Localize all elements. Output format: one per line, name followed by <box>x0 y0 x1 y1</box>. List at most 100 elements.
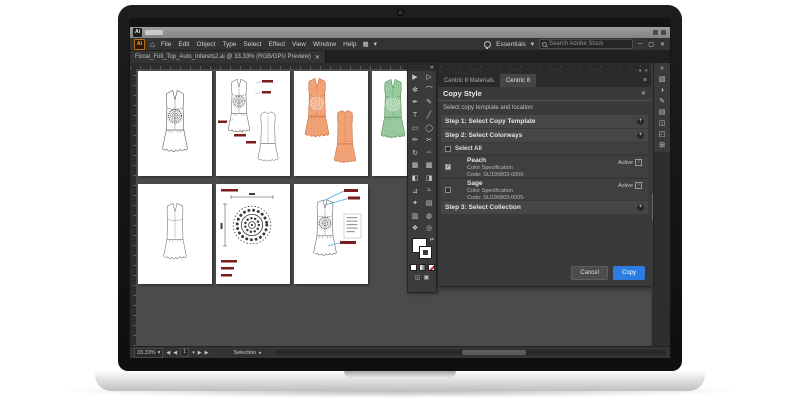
artboard-2[interactable] <box>216 71 290 176</box>
close-button[interactable]: ✕ <box>660 41 666 48</box>
curvature-tool-icon[interactable]: ✎ <box>422 96 436 109</box>
cancel-button[interactable]: Cancel <box>571 266 608 280</box>
hand-tool-icon[interactable]: ❖ <box>408 222 422 235</box>
first-artboard-icon[interactable]: ◀ <box>166 350 170 356</box>
artboard-6[interactable] <box>216 184 290 284</box>
document-tab[interactable]: Floral_Frill_Top_Auto_Interets2.ai @ 33.… <box>130 51 326 63</box>
arrange-documents-icon[interactable]: ▦ <box>363 40 369 48</box>
artboard-7[interactable] <box>294 184 368 284</box>
dialog-close-icon[interactable]: ✕ <box>641 90 646 97</box>
shape-builder-tool-icon[interactable]: ▦ <box>408 159 422 172</box>
ellipse-tool-icon[interactable]: ◯ <box>422 121 436 134</box>
stock-search-input[interactable]: Search Adobe Stock <box>539 39 633 49</box>
pencil-tool-icon[interactable]: ✏ <box>408 134 422 147</box>
panel-menu-icon[interactable]: ≡ <box>643 77 651 84</box>
magic-wand-tool-icon[interactable]: ✻ <box>408 84 422 97</box>
perspective-grid-tool-icon[interactable]: ▩ <box>422 159 436 172</box>
menu-edit[interactable]: Edit <box>177 41 190 48</box>
last-artboard-icon[interactable]: ▶ <box>205 350 209 356</box>
horizontal-scrollbar-thumb[interactable] <box>462 350 526 355</box>
stroke-swatch[interactable] <box>420 247 431 258</box>
mesh-tool-icon[interactable]: ◧ <box>408 172 422 185</box>
menu-file[interactable]: File <box>160 41 172 48</box>
document-tab-close-icon[interactable]: ✕ <box>315 54 320 61</box>
open-in-plm-icon[interactable]: ↗ <box>635 182 642 189</box>
color-panel-icon[interactable]: ◑ <box>660 87 664 94</box>
select-all-row[interactable]: Select All <box>441 143 648 154</box>
step3-header[interactable]: Step 3: Select Collection + <box>441 201 648 214</box>
prev-artboard-icon[interactable]: ◀ <box>173 350 177 356</box>
menu-type[interactable]: Type <box>221 41 237 48</box>
artboards-panel-icon[interactable]: ◫ <box>659 120 666 127</box>
layers-panel-icon[interactable]: ▤ <box>659 109 666 116</box>
os-titlebar-button[interactable] <box>661 30 666 35</box>
blend-tool-icon[interactable]: ≈ <box>422 184 436 197</box>
app-icon[interactable]: Ai <box>133 28 142 37</box>
menu-help[interactable]: Help <box>342 41 357 48</box>
eyedropper-tool-icon[interactable]: ⊿ <box>408 184 422 197</box>
tab-centric8[interactable]: Centric 8 <box>500 74 536 87</box>
peach-checkbox[interactable]: ✓ <box>445 164 451 170</box>
none-button[interactable] <box>428 264 435 271</box>
artboard-5[interactable] <box>138 184 212 284</box>
workspace-switcher[interactable]: Essentials <box>496 41 526 48</box>
screen-mode-icon[interactable]: ▣ <box>424 274 430 281</box>
next-artboard-icon[interactable]: ▶ <box>198 350 202 356</box>
artboard-3[interactable] <box>294 71 368 176</box>
line-segment-tool-icon[interactable]: ╱ <box>422 109 436 122</box>
tools-panel-close-icon[interactable]: ✕ <box>430 66 434 71</box>
artboard-number-field[interactable]: 1 <box>180 348 189 357</box>
panel-collapse-icon[interactable]: ▾ <box>639 69 641 73</box>
rectangle-tool-icon[interactable]: ▭ <box>408 121 422 134</box>
swatches-panel-icon[interactable]: ▧ <box>659 76 666 83</box>
step2-expand-icon[interactable]: + <box>637 132 644 139</box>
menu-effect[interactable]: Effect <box>268 41 287 48</box>
scale-tool-icon[interactable]: ⇔ <box>422 147 436 160</box>
status-caret-icon[interactable]: ▸ <box>259 350 262 356</box>
os-titlebar-button[interactable] <box>653 30 658 35</box>
copy-button[interactable]: Copy <box>613 266 645 280</box>
workspace-chevron-icon[interactable]: ▾ <box>531 40 534 48</box>
libraries-panel-icon[interactable]: ⊞ <box>659 142 665 149</box>
symbols-panel-icon[interactable]: ◰ <box>659 131 666 138</box>
gradient-button[interactable] <box>419 264 426 271</box>
menu-view[interactable]: View <box>291 41 307 48</box>
lasso-tool-icon[interactable]: ⌒ <box>422 84 436 97</box>
menu-object[interactable]: Object <box>196 41 217 48</box>
gradient-tool-icon[interactable]: ◨ <box>422 172 436 185</box>
step3-expand-icon[interactable]: + <box>637 204 644 211</box>
os-titlebar-tab[interactable] <box>145 30 163 35</box>
lightbulb-icon[interactable] <box>484 41 491 48</box>
collapse-panels-icon[interactable]: « <box>660 65 664 72</box>
sage-checkbox[interactable] <box>445 187 451 193</box>
swap-fill-stroke-icon[interactable]: ⇄ <box>430 237 434 243</box>
tab-centric8-materials[interactable]: Centric 8 Materials <box>438 74 500 87</box>
select-all-checkbox[interactable] <box>445 146 451 152</box>
pen-tool-icon[interactable]: ✒ <box>408 96 422 109</box>
brushes-panel-icon[interactable]: ✎ <box>659 98 665 105</box>
minimize-button[interactable]: ─ <box>638 41 643 47</box>
home-icon[interactable]: ⌂ <box>150 40 155 49</box>
zoom-level-dropdown[interactable]: 33.33% ▾ <box>134 348 163 358</box>
zoom-tool-icon[interactable]: ◎ <box>422 222 436 235</box>
direct-selection-tool-icon[interactable]: ▷ <box>422 71 436 84</box>
draw-normal-icon[interactable]: ◱ <box>415 274 421 281</box>
symbol-sprayer-tool-icon[interactable]: ✦ <box>408 197 422 210</box>
rotate-tool-icon[interactable]: ↻ <box>408 147 422 160</box>
step1-expand-icon[interactable]: + <box>637 118 644 125</box>
menu-window[interactable]: Window <box>312 41 337 48</box>
color-button[interactable] <box>410 264 417 271</box>
panel-close-icon[interactable]: ✕ <box>644 69 648 73</box>
artboard-1[interactable] <box>138 71 212 176</box>
type-tool-icon[interactable]: T <box>408 109 422 122</box>
slice-tool-icon[interactable]: ◍ <box>422 210 436 223</box>
artboard-chevron-icon[interactable]: ▾ <box>192 350 195 356</box>
step1-header[interactable]: Step 1: Select Copy Template + <box>441 115 648 128</box>
menu-select[interactable]: Select <box>242 41 262 48</box>
colorway-row-peach[interactable]: ✓ Peach Color Specification Code: SU1908… <box>441 155 648 177</box>
open-in-plm-icon[interactable]: ↗ <box>635 159 642 166</box>
colorway-row-sage[interactable]: Sage Color Specification Code: SU190803-… <box>441 178 648 200</box>
selection-tool-icon[interactable]: ▶ <box>408 71 422 84</box>
step2-header[interactable]: Step 2: Select Colorways + <box>441 129 648 142</box>
artboard-tool-icon[interactable]: ▥ <box>408 210 422 223</box>
